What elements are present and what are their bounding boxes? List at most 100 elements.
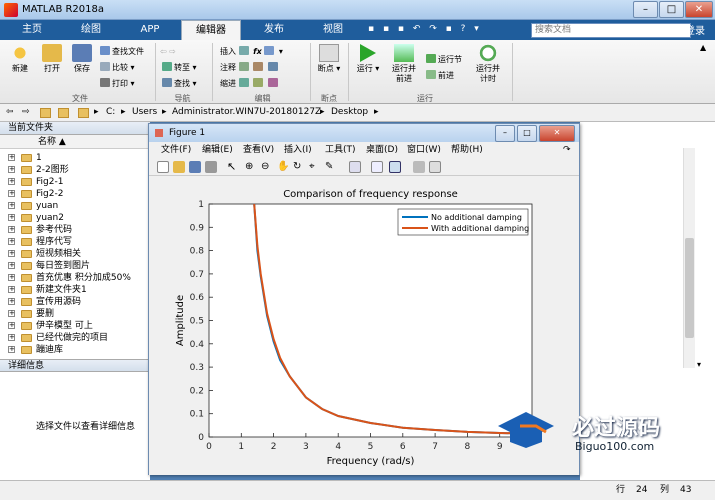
file-list-item[interactable]: +1 bbox=[0, 152, 150, 164]
expand-icon[interactable]: + bbox=[8, 190, 15, 197]
file-list-item[interactable]: + 短视频相关 bbox=[0, 248, 150, 260]
browse-folder-icon[interactable] bbox=[58, 108, 69, 118]
menu-file[interactable]: 文件(F) bbox=[161, 143, 191, 157]
expand-icon[interactable]: + bbox=[8, 154, 15, 161]
print-figure-icon[interactable] bbox=[205, 161, 217, 173]
file-list-item[interactable]: + 参考代码 bbox=[0, 224, 150, 236]
forward-arrow-icon[interactable]: ⇨ bbox=[22, 104, 30, 121]
figure-maximize-button[interactable]: □ bbox=[517, 125, 537, 142]
expand-icon[interactable]: + bbox=[8, 334, 15, 341]
dock-arrow-icon[interactable]: ↷ bbox=[563, 143, 571, 157]
back-arrow-icon[interactable]: ⇦ bbox=[6, 104, 14, 121]
expand-icon[interactable]: + bbox=[8, 322, 15, 329]
expand-icon[interactable]: + bbox=[8, 286, 15, 293]
tab-apps[interactable]: APP bbox=[122, 20, 178, 40]
tab-plots[interactable]: 绘图 bbox=[62, 20, 120, 40]
brush-icon[interactable]: ✎ bbox=[325, 161, 337, 173]
scroll-thumb[interactable] bbox=[685, 238, 694, 338]
file-list-item[interactable]: + 伊辛模型 可上 bbox=[0, 320, 150, 332]
tab-home[interactable]: 主页 bbox=[6, 20, 58, 40]
expand-icon[interactable]: + bbox=[8, 214, 15, 221]
run-and-advance-button[interactable]: 运行并 前进 bbox=[388, 44, 420, 84]
legend-icon[interactable] bbox=[389, 161, 401, 173]
tab-publish[interactable]: 发布 bbox=[246, 20, 302, 40]
menu-edit[interactable]: 编辑(E) bbox=[202, 143, 233, 157]
path-segment[interactable]: Administrator.WIN7U-20180127Z bbox=[172, 104, 321, 121]
tab-editor[interactable]: 编辑器 bbox=[181, 20, 241, 40]
tab-view[interactable]: 视图 bbox=[305, 20, 361, 40]
expand-icon[interactable]: + bbox=[8, 202, 15, 209]
run-section-button[interactable]: 运行节 bbox=[426, 54, 462, 65]
expand-icon[interactable]: + bbox=[8, 310, 15, 317]
goto-button[interactable]: 转至 ▾ bbox=[162, 62, 197, 73]
file-list-item[interactable]: + 程序代写 bbox=[0, 236, 150, 248]
login-link[interactable]: 登录 bbox=[685, 22, 705, 37]
file-list-item[interactable]: + Fig2-1 bbox=[0, 176, 150, 188]
breakpoints-button[interactable]: 断点 ▾ bbox=[316, 44, 342, 74]
save-button[interactable]: 保存 bbox=[68, 44, 96, 74]
menu-view[interactable]: 查看(V) bbox=[243, 143, 274, 157]
name-column-header[interactable]: 名称 ▲ bbox=[0, 135, 150, 149]
expand-icon[interactable]: + bbox=[8, 166, 15, 173]
advance-button[interactable]: 前进 bbox=[426, 70, 454, 81]
zoom-out-icon[interactable]: ⊖ bbox=[261, 161, 273, 173]
comment-button[interactable]: 注释 bbox=[220, 62, 280, 73]
figure-minimize-button[interactable]: – bbox=[495, 125, 515, 142]
folder-up-icon[interactable] bbox=[40, 108, 51, 118]
rotate-icon[interactable]: ↻ bbox=[293, 161, 305, 173]
find-files-button[interactable]: 查找文件 bbox=[100, 46, 144, 57]
quick-access-toolbar[interactable]: ▪ ▪ ▪ ↶ ↷ ▪ ? ▾ bbox=[368, 24, 518, 36]
file-list-item[interactable]: + 蹦迪库 bbox=[0, 344, 150, 356]
expand-icon[interactable]: + bbox=[8, 298, 15, 305]
path-segment[interactable]: C: bbox=[106, 104, 115, 121]
file-list-item[interactable]: + 首充优惠 积分加成50% bbox=[0, 272, 150, 284]
file-list-item[interactable]: + Fig2-2 bbox=[0, 188, 150, 200]
data-cursor-icon[interactable]: ⌖ bbox=[309, 161, 321, 173]
run-button[interactable]: 运行 ▾ bbox=[354, 44, 382, 74]
dropdown-arrow-icon[interactable]: ▾ bbox=[697, 360, 707, 369]
open-file-icon[interactable] bbox=[173, 161, 185, 173]
link-plot-icon[interactable] bbox=[349, 161, 361, 173]
insert-button[interactable]: 插入 fx ▾ bbox=[220, 46, 283, 57]
zoom-in-icon[interactable]: ⊕ bbox=[245, 161, 257, 173]
save-figure-icon[interactable] bbox=[189, 161, 201, 173]
pan-icon[interactable]: ✋ bbox=[277, 161, 289, 173]
minimize-button[interactable]: – bbox=[633, 1, 658, 18]
file-list-item[interactable]: + 要删 bbox=[0, 308, 150, 320]
print-button[interactable]: 打印 ▾ bbox=[100, 78, 135, 89]
menu-desktop[interactable]: 桌面(D) bbox=[366, 143, 398, 157]
expand-icon[interactable]: + bbox=[8, 346, 15, 353]
file-list-item[interactable]: +2-2图形 bbox=[0, 164, 150, 176]
menu-tools[interactable]: 工具(T) bbox=[325, 143, 356, 157]
nav-back-forward-button[interactable]: ⇦ ⇨ bbox=[160, 46, 176, 57]
path-segment[interactable]: Desktop bbox=[331, 104, 368, 121]
find-button[interactable]: 查找 ▾ bbox=[162, 78, 197, 89]
indent-button[interactable]: 缩进 bbox=[220, 78, 280, 89]
file-list-item[interactable]: + yuan2 bbox=[0, 212, 150, 224]
vertical-scrollbar[interactable] bbox=[683, 148, 695, 368]
expand-icon[interactable]: + bbox=[8, 238, 15, 245]
search-input[interactable]: 搜索文档 bbox=[531, 23, 691, 38]
expand-icon[interactable]: + bbox=[8, 274, 15, 281]
colorbar-icon[interactable] bbox=[371, 161, 383, 173]
maximize-button[interactable]: □ bbox=[659, 1, 684, 18]
menu-window[interactable]: 窗口(W) bbox=[407, 143, 441, 157]
expand-icon[interactable]: + bbox=[8, 262, 15, 269]
compare-button[interactable]: 比较 ▾ bbox=[100, 62, 135, 73]
expand-icon[interactable]: + bbox=[8, 178, 15, 185]
file-list-item[interactable]: + 每日签到图片 bbox=[0, 260, 150, 272]
pointer-icon[interactable]: ↖ bbox=[227, 161, 239, 173]
run-and-time-button[interactable]: 运行并 计时 bbox=[472, 44, 504, 84]
file-list-item[interactable]: + 宣传用源码 bbox=[0, 296, 150, 308]
menu-help[interactable]: 帮助(H) bbox=[451, 143, 483, 157]
file-list-item[interactable]: + yuan bbox=[0, 200, 150, 212]
hide-tools-icon[interactable] bbox=[413, 161, 425, 173]
file-list-item[interactable]: + 新建文件夹1 bbox=[0, 284, 150, 296]
new-button[interactable]: 新建 bbox=[6, 44, 34, 74]
collapse-ribbon-icon[interactable]: ▲ bbox=[700, 43, 706, 52]
file-list-item[interactable]: + 已经代做完的项目 bbox=[0, 332, 150, 344]
open-button[interactable]: 打开 bbox=[38, 44, 66, 74]
figure-close-button[interactable]: ✕ bbox=[539, 125, 575, 142]
expand-icon[interactable]: + bbox=[8, 226, 15, 233]
show-tools-icon[interactable] bbox=[429, 161, 441, 173]
